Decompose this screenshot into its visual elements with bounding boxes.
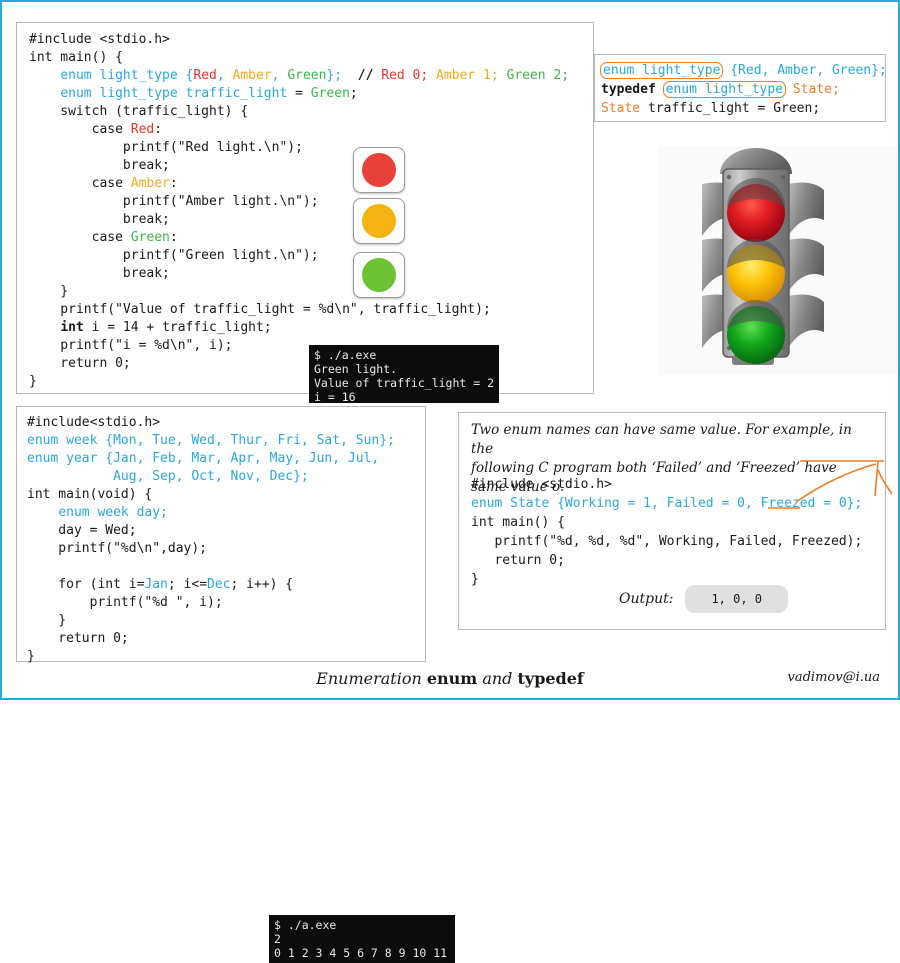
green-bulb-icon [362,258,396,292]
code-line: return 0; [27,631,129,646]
code-line: return 0; [29,356,131,371]
code-line: printf("i = %d\n", i); [29,338,233,353]
code-line: printf("%d ", i); [27,595,223,610]
code-line: printf("Green light.\n"); [29,248,319,263]
red-bulb-icon [362,153,396,187]
code-line: break; [29,158,170,173]
code-panel-switch-example: #include <stdio.h> int main() { enum lig… [16,22,594,404]
red-light-chip [353,147,405,193]
caption-keyword-typedef: typedef [517,669,584,688]
output-label: Output: [619,591,674,607]
code-line: switch (traffic_light) { [29,104,249,119]
code-line: printf("Value of traffic_light = %d\n", … [29,302,491,317]
code-line: enum year {Jan, Feb, Mar, Apr, May, Jun,… [27,451,380,466]
enum-light-type-highlight-1: enum light_type [600,62,724,79]
code-line: } [29,374,37,389]
code-line: enum light_type {Red, Amber, Green}; [600,62,887,79]
slide-canvas: #include <stdio.h> int main() { enum lig… [0,0,900,963]
terminal-output-week-example: $ ./a.exe 2 0 1 2 3 4 5 6 7 8 9 10 11 [269,915,455,963]
code-block-week-example: #include<stdio.h> enum week {Mon, Tue, W… [27,414,395,666]
code-block-same-value: #include <stdio.h> enum State {Working =… [471,475,862,589]
code-line: return 0; [471,553,565,568]
traffic-light-illustration [658,147,898,375]
code-line: #include <stdio.h> [471,477,612,492]
code-line: break; [29,212,170,227]
code-line: #include <stdio.h> [29,32,170,47]
code-line: } [29,284,69,299]
code-line: int i = 14 + traffic_light; [60,320,272,335]
traffic-light-svg [702,148,824,365]
code-line: for (int i=Jan; i<=Dec; i++) { [27,577,294,592]
code-line: State traffic_light = Green; [601,101,821,116]
code-line: break; [29,266,170,281]
code-line: enum week {Mon, Tue, Wed, Thur, Fri, Sat… [27,433,395,448]
note-line-1: Two enum names can have same value. For … [471,422,852,457]
output-row: Output: 1, 0, 0 [619,585,789,613]
code-line: enum light_type {Red, Amber, Green}; // … [60,68,570,83]
caption-mid: and [477,669,518,688]
green-light-chip [353,252,405,298]
code-panel-week-example: #include<stdio.h> enum week {Mon, Tue, W… [16,406,455,963]
code-line: Aug, Sep, Oct, Nov, Dec}; [27,469,309,484]
slide-caption: Enumeration enum and typedef [2,669,898,688]
caption-keyword-enum: enum [426,669,478,688]
enum-light-type-highlight-2: enum light_type [662,81,787,98]
terminal-output-switch-example: $ ./a.exe Green light. Value of traffic_… [309,345,499,404]
output-value-chip: 1, 0, 0 [685,585,789,613]
code-line: enum State {Working = 1, Failed = 0, Fre… [471,496,863,511]
caption-prefix: Enumeration [316,669,427,688]
code-line: printf("Amber light.\n"); [29,194,319,209]
code-line: } [27,649,35,664]
note-panel-same-value: Two enum names can have same value. For … [458,412,886,630]
code-line: int main(void) { [27,487,153,502]
amber-bulb-icon [362,204,396,238]
code-line: case Amber: [29,176,178,191]
code-line: enum week day; [58,505,168,520]
code-line: int main() { [29,50,123,65]
amber-light-chip [353,198,405,244]
code-line: typedef enum light_type State; [601,81,840,98]
code-line: day = Wed; [27,523,137,538]
code-panel-typedef-example: enum light_type {Red, Amber, Green}; typ… [594,54,887,122]
code-line: case Green: [29,230,178,245]
code-line: case Red: [29,122,163,137]
code-line: printf("Red light.\n"); [29,140,303,155]
code-line: } [27,613,67,628]
code-line: } [471,572,479,587]
code-line: printf("%d\n",day); [27,541,208,556]
code-block-typedef: enum light_type {Red, Amber, Green}; typ… [600,61,887,118]
code-block-switch-example: #include <stdio.h> int main() { enum lig… [29,31,569,391]
code-line: int main() { [471,515,565,530]
author-credit: vadimov@i.ua [787,670,881,685]
code-line: enum light_type traffic_light = Green; [60,86,358,101]
code-line: printf("%d, %d, %d", Working, Failed, Fr… [471,534,863,549]
code-line: #include<stdio.h> [27,415,161,430]
